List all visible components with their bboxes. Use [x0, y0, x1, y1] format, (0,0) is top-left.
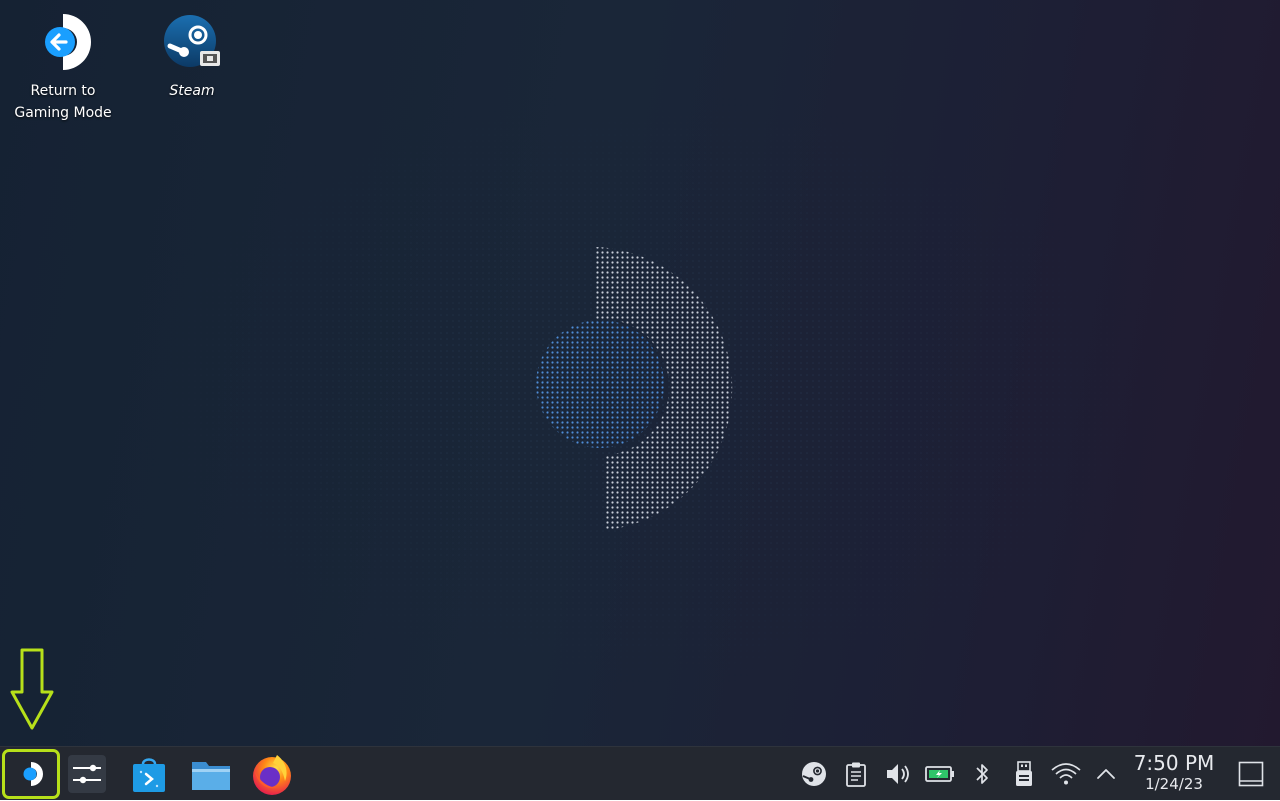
tray-show-hidden[interactable]	[1088, 747, 1124, 801]
steam-icon	[802, 762, 826, 786]
chevron-up-icon	[1097, 769, 1115, 779]
taskbar-app-discover[interactable]	[124, 747, 174, 801]
clock-time: 7:50 PM	[1133, 751, 1215, 775]
volume-icon	[887, 764, 909, 784]
tray-steam[interactable]	[796, 747, 832, 801]
tray-clipboard[interactable]	[838, 747, 874, 801]
return-arrow-icon	[45, 14, 91, 70]
wifi-icon	[1051, 763, 1081, 785]
desktop-icon-steam[interactable]: Steam	[137, 12, 247, 102]
wallpaper-steam-deck-logo	[0, 0, 1280, 746]
taskbar: 7:50 PM 1/24/23	[0, 746, 1280, 800]
tray-volume[interactable]	[880, 747, 916, 801]
clock-date: 1/24/23	[1145, 775, 1203, 793]
digital-clock[interactable]: 7:50 PM 1/24/23	[1128, 751, 1220, 797]
steam-icon	[164, 15, 220, 67]
steam-deck-logo-icon	[23, 762, 43, 786]
bluetooth-icon	[976, 764, 988, 784]
desktop-icon-label: Return to Gaming Mode	[14, 83, 112, 121]
folder-icon	[192, 762, 230, 790]
down-arrow-annotation-icon	[10, 648, 54, 730]
taskbar-app-firefox[interactable]	[246, 747, 298, 801]
show-desktop-icon[interactable]	[1238, 761, 1264, 787]
firefox-icon	[253, 755, 291, 795]
taskbar-app-system-settings[interactable]	[62, 747, 112, 801]
tray-usb[interactable]	[1006, 747, 1042, 801]
application-launcher-button[interactable]	[2, 749, 60, 799]
tray-bluetooth[interactable]	[964, 747, 1000, 801]
tray-wifi[interactable]	[1048, 747, 1084, 801]
desktop-icon-return-to-gaming-mode[interactable]: Return to Gaming Mode	[8, 12, 118, 124]
usb-icon	[1016, 761, 1032, 786]
desktop-icon-label: Steam	[169, 83, 215, 99]
taskbar-app-dolphin[interactable]	[186, 747, 236, 801]
store-bag-icon	[133, 758, 165, 792]
clipboard-icon	[846, 762, 866, 787]
tray-battery[interactable]	[922, 747, 958, 801]
desktop: Return to Gaming Mode Steam	[0, 0, 1280, 746]
settings-sliders-icon	[68, 755, 106, 793]
battery-icon	[925, 766, 954, 782]
